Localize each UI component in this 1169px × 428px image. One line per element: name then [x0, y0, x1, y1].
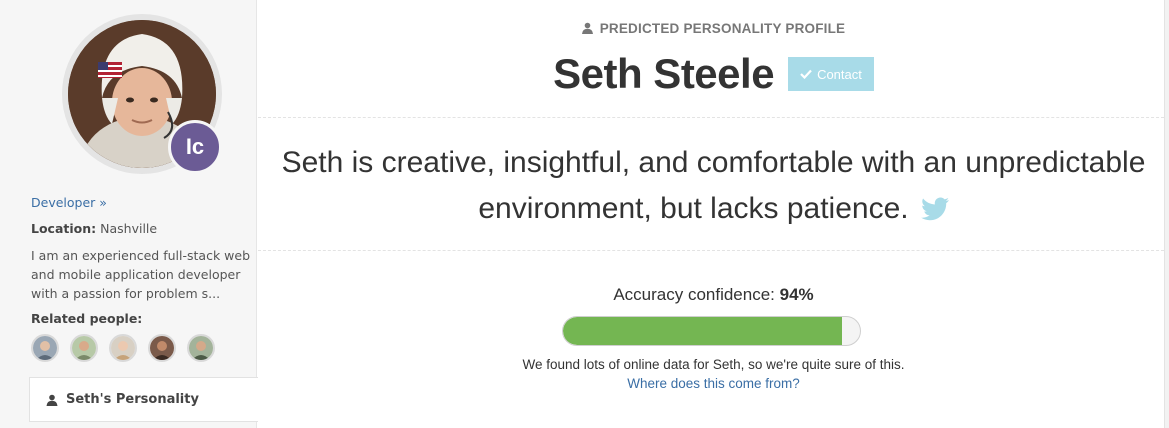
- accuracy-progress-bar: [562, 316, 861, 346]
- where-data-link[interactable]: Where does this come from?: [258, 376, 1169, 391]
- person-name: Seth Steele: [553, 50, 775, 97]
- scrollbar[interactable]: [1164, 0, 1169, 428]
- main-content: PREDICTED PERSONALITY PROFILE Seth Steel…: [258, 0, 1169, 428]
- profile-kicker: PREDICTED PERSONALITY PROFILE: [258, 21, 1169, 36]
- summary-text: Seth is creative, insightful, and comfor…: [281, 146, 1146, 225]
- developer-link[interactable]: Developer »: [31, 193, 251, 213]
- divider: [258, 117, 1169, 118]
- user-icon: [46, 394, 58, 406]
- related-person-avatar[interactable]: [31, 334, 59, 362]
- related-person-avatar[interactable]: [187, 334, 215, 362]
- sidebar: Ic Developer » Location: Nashville I am …: [0, 0, 258, 428]
- location-label: Location:: [31, 221, 97, 236]
- divider: [258, 250, 1169, 251]
- accuracy-label: Accuracy confidence:: [613, 285, 775, 304]
- twitter-icon[interactable]: [920, 189, 949, 221]
- data-found-note: We found lots of online data for Seth, s…: [522, 357, 905, 372]
- nav-item-label: Seth's Personality: [66, 392, 199, 407]
- contact-button[interactable]: Contact: [788, 57, 874, 91]
- location: Location: Nashville: [31, 219, 251, 239]
- personality-summary: Seth is creative, insightful, and comfor…: [278, 140, 1149, 232]
- related-person-avatar[interactable]: [148, 334, 176, 362]
- nav-item-personality[interactable]: Seth's Personality: [29, 377, 258, 422]
- related-people-label: Related people:: [31, 311, 143, 326]
- user-icon: [581, 22, 593, 34]
- kicker-text: PREDICTED PERSONALITY PROFILE: [599, 21, 846, 36]
- bio-text: I am an experienced full-stack web and m…: [31, 248, 251, 301]
- location-value: Nashville: [100, 221, 158, 236]
- name-row: Seth Steele Contact: [258, 50, 1169, 98]
- contact-label: Contact: [817, 66, 862, 82]
- related-person-avatar[interactable]: [70, 334, 98, 362]
- accuracy-progress-fill: [563, 317, 843, 345]
- accuracy-value: 94%: [779, 285, 814, 304]
- related-person-avatar[interactable]: [109, 334, 137, 362]
- ic-badge: Ic: [168, 120, 222, 174]
- accuracy-confidence: Accuracy confidence: 94%: [258, 285, 1169, 305]
- check-icon: [800, 67, 812, 82]
- related-people-list: [31, 334, 215, 362]
